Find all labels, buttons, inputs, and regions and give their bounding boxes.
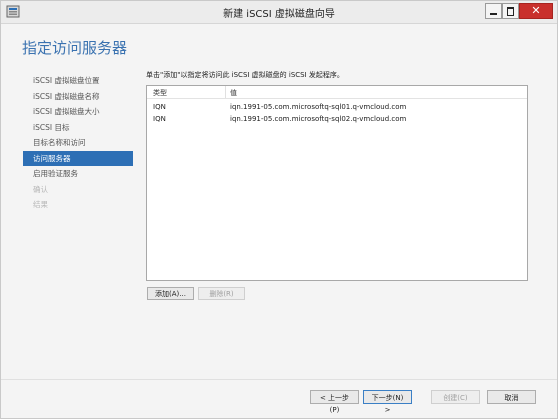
footer-divider [1, 379, 557, 380]
column-header-type[interactable]: 类型 [153, 88, 167, 98]
sidebar-item-label: iSCSI 虚拟磁盘位置 [33, 76, 100, 85]
close-button[interactable]: ✕ [519, 3, 553, 19]
sidebar-item-label: iSCSI 虚拟磁盘名称 [33, 91, 100, 101]
instruction-text: 单击"添加"以指定将访问此 iSCSI 虚拟磁盘的 iSCSI 发起程序。 [146, 71, 344, 79]
cell-type: IQN [153, 115, 166, 123]
sidebar-item-label: 目标名称和访问 [33, 138, 86, 147]
cell-type: IQN [153, 103, 166, 111]
wizard-steps-sidebar: iSCSI 虚拟磁盘位置 iSCSI 虚拟磁盘名称 iSCSI 虚拟磁盘大小 i… [23, 73, 133, 213]
window-title: 新建 iSCSI 虚拟磁盘向导 [223, 9, 335, 20]
previous-button[interactable]: < 上一步(P) [310, 390, 359, 414]
title-bar[interactable]: 新建 iSCSI 虚拟磁盘向导 ✕ [1, 1, 557, 24]
sidebar-item-label: 确认 [33, 184, 48, 194]
sidebar-item-target-name-access[interactable]: 目标名称和访问 [23, 135, 133, 151]
wizard-window: 新建 iSCSI 虚拟磁盘向导 ✕ 指定访问服务器 iSCSI 虚拟磁盘位置 i… [0, 0, 558, 419]
sidebar-item-confirm: 确认 [23, 182, 133, 198]
column-divider[interactable] [225, 86, 226, 98]
sidebar-item-label: 结果 [33, 200, 48, 209]
sidebar-item-label: iSCSI 目标 [33, 122, 70, 132]
table-row[interactable]: IQN iqn.1991-05.com.microsoftq-sql02.q-v… [147, 113, 527, 125]
close-icon: ✕ [531, 4, 541, 17]
sidebar-item-disk-size[interactable]: iSCSI 虚拟磁盘大小 [23, 104, 133, 120]
initiator-list[interactable]: 类型 值 IQN iqn.1991-05.com.microsoftq-sql0… [146, 85, 528, 281]
sidebar-item-disk-name[interactable]: iSCSI 虚拟磁盘名称 [23, 89, 133, 105]
cancel-button[interactable]: 取消 [487, 390, 536, 404]
page-title: 指定访问服务器 [22, 39, 128, 57]
sidebar-item-label: iSCSI 虚拟磁盘大小 [33, 107, 100, 116]
table-row[interactable]: IQN iqn.1991-05.com.microsoftq-sql01.q-v… [147, 101, 527, 113]
remove-button: 删除(R) [198, 287, 245, 300]
maximize-button[interactable] [502, 3, 519, 19]
sidebar-item-results: 结果 [23, 197, 133, 213]
sidebar-item-disk-location[interactable]: iSCSI 虚拟磁盘位置 [23, 73, 133, 89]
column-header-value[interactable]: 值 [230, 88, 237, 98]
sidebar-item-access-servers[interactable]: 访问服务器 [23, 150, 133, 166]
sidebar-item-iscsi-target[interactable]: iSCSI 目标 [23, 120, 133, 136]
cell-value: iqn.1991-05.com.microsoftq-sql01.q-vmclo… [230, 103, 407, 111]
cell-value: iqn.1991-05.com.microsoftq-sql02.q-vmclo… [230, 115, 407, 123]
sidebar-item-label: 启用验证服务 [33, 169, 78, 178]
next-button[interactable]: 下一步(N) > [363, 390, 412, 414]
minimize-button[interactable] [485, 3, 502, 19]
add-button[interactable]: 添加(A)... [147, 287, 194, 300]
sidebar-item-label: 访问服务器 [33, 153, 71, 163]
create-button: 创建(C) [431, 390, 480, 404]
sidebar-item-enable-auth[interactable]: 启用验证服务 [23, 166, 133, 182]
list-header: 类型 值 [147, 86, 527, 99]
